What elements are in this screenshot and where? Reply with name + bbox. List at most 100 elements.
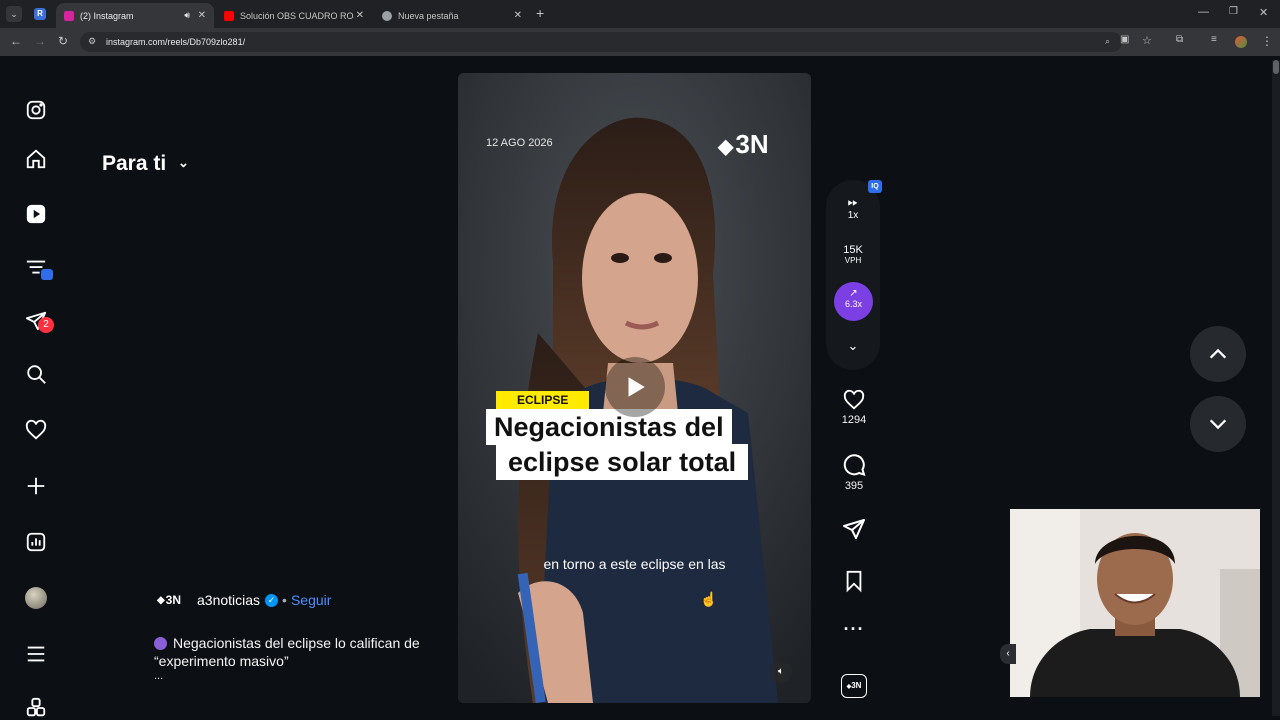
caption-more[interactable]: ... — [154, 670, 444, 682]
mouse-cursor-icon: ☝ — [700, 591, 718, 607]
zoom-icon[interactable]: ⌕ — [1105, 36, 1110, 47]
tab-label: Nueva pestaña — [398, 10, 459, 21]
close-window-button[interactable]: ✕ — [1259, 6, 1268, 19]
date-stamp: 12 AGO 2026 — [486, 137, 553, 149]
speed-value: 1x — [847, 210, 859, 221]
video-subtitle: en torno a este eclipse en las — [543, 556, 726, 572]
create-plus-icon[interactable] — [24, 474, 48, 498]
page-scrollbar[interactable] — [1272, 60, 1280, 716]
previous-reel-button[interactable] — [1190, 326, 1246, 382]
save-button[interactable] — [841, 569, 867, 596]
video-tag: ECLIPSE — [496, 391, 590, 409]
trend-badge[interactable]: ↗ 6.3x — [834, 282, 873, 321]
search-icon[interactable] — [24, 362, 48, 386]
back-icon[interactable]: ← — [10, 34, 22, 48]
home-icon[interactable] — [24, 147, 48, 171]
audio-icon[interactable]: 🔊︎ — [184, 10, 190, 21]
extension-rail: IQ ⏩︎ 1x 15K VPH ↗ 6.3x ⌄ — [826, 180, 882, 370]
chrome-favicon-icon — [382, 10, 392, 21]
apps-icon[interactable] — [24, 696, 48, 720]
dashboard-chart-icon[interactable] — [24, 530, 48, 554]
a3n-logo-icon: ◆ — [156, 594, 165, 606]
messages-badge: 2 — [38, 317, 54, 333]
purple-circle-icon — [154, 637, 167, 650]
like-button[interactable]: 1294 — [841, 389, 867, 426]
next-reel-button[interactable] — [1190, 396, 1246, 452]
audio-source-button[interactable]: ◆3N — [841, 674, 867, 698]
tab-new[interactable]: Nueva pestaña ✕ — [374, 3, 530, 28]
forward-icon[interactable]: → — [34, 34, 46, 48]
filter-list-icon[interactable] — [24, 256, 53, 280]
reels-icon[interactable] — [24, 202, 48, 226]
youtube-favicon-icon — [224, 10, 234, 21]
tab-instagram[interactable]: (2) Instagram 🔊︎ ✕ — [56, 3, 214, 28]
more-options-button[interactable]: ··· — [841, 619, 867, 639]
send-icon — [843, 519, 865, 539]
comment-count: 395 — [844, 480, 864, 492]
instagram-page: 2 Para ti ⌄ ◆ 3N a3noticias ✓ • Seguir Ne… — [0, 56, 1280, 720]
messages-icon[interactable]: 2 — [24, 309, 54, 333]
chevron-down-icon: ⌄ — [178, 155, 189, 170]
tab-label: Solución OBS CUADRO ROJO a — [240, 10, 354, 21]
close-tab-icon[interactable]: ✕ — [514, 10, 522, 21]
more-dots-icon: ··· — [843, 619, 865, 639]
restore-button[interactable]: ❐ — [1229, 6, 1238, 17]
author-avatar[interactable]: ◆ 3N — [154, 587, 184, 613]
speaker-icon: 🔈︎ — [778, 666, 784, 677]
close-tab-icon[interactable]: ✕ — [198, 10, 206, 21]
cast-icon[interactable]: ▣ — [1120, 34, 1129, 45]
tab-search-icon[interactable]: ⌄ — [6, 6, 22, 22]
mute-button[interactable]: 🔈︎ — [770, 661, 792, 683]
verified-badge-icon: ✓ — [265, 593, 279, 607]
minimize-button[interactable]: — — [1198, 6, 1209, 18]
author-separator: • — [282, 592, 287, 608]
extensions-icon[interactable]: ⧉ — [1176, 34, 1183, 45]
author-row: ◆ 3N a3noticias ✓ • Seguir — [154, 587, 331, 613]
feed-title: Para ti — [102, 152, 167, 175]
play-button[interactable] — [605, 357, 665, 417]
chevron-up-icon — [1209, 348, 1227, 359]
webcam-image — [1010, 509, 1260, 697]
more-menu-icon[interactable] — [24, 642, 48, 666]
reload-icon[interactable]: ↻ — [58, 34, 68, 48]
rail-collapse-icon[interactable]: ⌄ — [826, 338, 880, 354]
close-tab-icon[interactable]: ✕ — [356, 10, 364, 21]
play-icon — [628, 377, 645, 397]
author-username[interactable]: a3noticias — [197, 592, 260, 608]
caption: Negacionistas del eclipse lo califican d… — [154, 634, 444, 682]
site-info-icon[interactable]: ⚙ — [88, 36, 96, 47]
url-text: instagram.com/reels/Db709zlo281/ — [106, 37, 246, 47]
instagram-logo-icon[interactable] — [24, 98, 48, 122]
heart-icon — [843, 389, 865, 410]
views-per-hour: 15K VPH — [826, 244, 880, 265]
media-icon[interactable]: ≡ — [1211, 34, 1217, 45]
playback-speed-button[interactable]: ⏩︎ 1x — [826, 194, 880, 221]
headline-line-1: Negacionistas del — [486, 409, 732, 445]
browser-toolbar: ← → ↻ ⚙ instagram.com/reels/Db709zlo281/… — [0, 28, 1280, 56]
share-button[interactable] — [841, 517, 867, 544]
profile-icon[interactable]: R — [34, 8, 46, 20]
caption-line-1: Negacionistas del eclipse lo califican d… — [173, 635, 420, 651]
bookmark-icon — [846, 570, 862, 593]
trend-up-icon: ↗ — [849, 288, 858, 299]
new-tab-button[interactable]: + — [536, 5, 544, 21]
comment-bubble-icon — [843, 454, 866, 476]
follow-link[interactable]: Seguir — [291, 592, 331, 608]
views-unit: VPH — [844, 256, 862, 265]
tab-youtube[interactable]: Solución OBS CUADRO ROJO a ✕ — [216, 3, 372, 28]
profile-avatar[interactable] — [24, 586, 48, 610]
feed-selector[interactable]: Para ti ⌄ — [102, 152, 189, 176]
like-count: 1294 — [841, 414, 867, 426]
webcam-back-icon[interactable]: ‹ — [1000, 644, 1016, 664]
bookmark-star-icon[interactable]: ☆ — [1142, 34, 1152, 47]
reel-video[interactable]: 12 AGO 2026 ◆3N ECLIPSE Negacionistas de… — [458, 73, 811, 703]
account-avatar-icon[interactable] — [1235, 36, 1247, 48]
audio-thumbnail: ◆3N — [841, 674, 867, 698]
menu-dots-icon[interactable]: ⋮ — [1261, 34, 1273, 48]
extension-logo-icon: IQ — [868, 180, 882, 193]
comment-button[interactable]: 395 — [841, 453, 867, 492]
notifications-heart-icon[interactable] — [24, 418, 48, 442]
webcam-overlay — [1010, 509, 1260, 697]
caption-line-2: “experimento masivo” — [154, 653, 289, 669]
address-bar[interactable]: ⚙ instagram.com/reels/Db709zlo281/ ⌕ — [80, 32, 1122, 52]
